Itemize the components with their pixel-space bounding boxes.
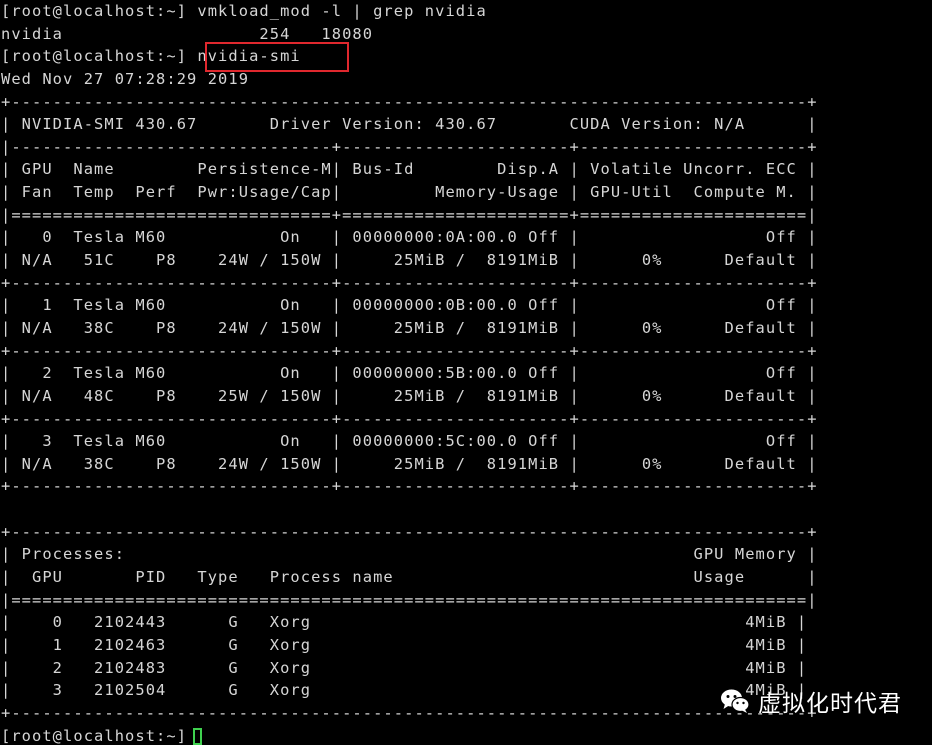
terminal-line: [root@localhost:~] nvidia-smi (1, 47, 301, 66)
terminal-line: Wed Nov 27 07:28:29 2019 (1, 69, 250, 88)
watermark-text: 虚拟化时代君 (758, 691, 902, 717)
prompt-text: [root@localhost:~] (1, 726, 188, 745)
watermark: 虚拟化时代君 (720, 684, 902, 718)
terminal-line: +---------------------------------------… (1, 703, 818, 722)
terminal-line: | 1 Tesla M60 On | 00000000:0B:00.0 Off … (1, 296, 818, 315)
terminal-line: | 2 2102483 G Xorg 4MiB | (1, 658, 808, 677)
terminal-line: |-------------------------------+-------… (1, 137, 818, 156)
terminal-output: [root@localhost:~] vmkload_mod -l | grep… (1, 0, 818, 745)
terminal-line: | 3 2102504 G Xorg 4MiB | (1, 681, 808, 700)
terminal-line: +-------------------------------+-------… (1, 273, 818, 292)
terminal-line: |===============================+=======… (1, 205, 818, 224)
terminal-line: | N/A 48C P8 25W / 150W | 25MiB / 8191Mi… (1, 386, 818, 405)
terminal-line: +-------------------------------+-------… (1, 477, 818, 496)
terminal-line: | 3 Tesla M60 On | 00000000:5C:00.0 Off … (1, 432, 818, 451)
terminal-line: +---------------------------------------… (1, 92, 818, 111)
terminal-line: | N/A 38C P8 24W / 150W | 25MiB / 8191Mi… (1, 318, 818, 337)
command-highlight-box (205, 42, 349, 72)
terminal-line: nvidia 254 18080 (1, 24, 374, 43)
terminal-line: | 0 2102443 G Xorg 4MiB | (1, 613, 808, 632)
terminal-line: | 2 Tesla M60 On | 00000000:5B:00.0 Off … (1, 364, 818, 383)
terminal-line: |=======================================… (1, 590, 818, 609)
terminal-line: | GPU Name Persistence-M| Bus-Id Disp.A … (1, 160, 818, 179)
terminal-line: +-------------------------------+-------… (1, 341, 818, 360)
terminal-line: | N/A 38C P8 24W / 150W | 25MiB / 8191Mi… (1, 454, 818, 473)
terminal-line: | 0 Tesla M60 On | 00000000:0A:00.0 Off … (1, 228, 818, 247)
terminal-line: | Fan Temp Perf Pwr:Usage/Cap| Memory-Us… (1, 183, 818, 202)
terminal-line: +-------------------------------+-------… (1, 409, 818, 428)
terminal-window[interactable]: [root@localhost:~] vmkload_mod -l | grep… (0, 0, 932, 745)
prompt-line[interactable]: [root@localhost:~] (1, 725, 818, 745)
terminal-line: | Processes: GPU Memory | (1, 545, 818, 564)
terminal-line: +---------------------------------------… (1, 522, 818, 541)
terminal-line: | GPU PID Type Process name Usage | (1, 568, 818, 587)
wechat-logo-icon (721, 689, 750, 713)
cursor-icon (193, 727, 203, 745)
terminal-line: | NVIDIA-SMI 430.67 Driver Version: 430.… (1, 115, 818, 134)
terminal-line: | 1 2102463 G Xorg 4MiB | (1, 635, 808, 654)
terminal-line: | N/A 51C P8 24W / 150W | 25MiB / 8191Mi… (1, 251, 818, 270)
terminal-line: [root@localhost:~] vmkload_mod -l | grep… (1, 2, 487, 20)
